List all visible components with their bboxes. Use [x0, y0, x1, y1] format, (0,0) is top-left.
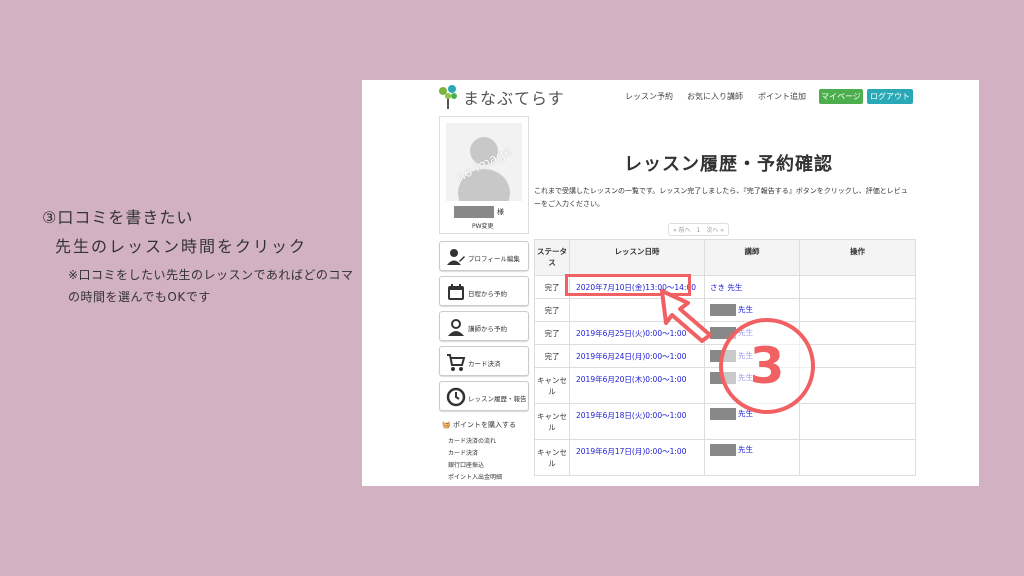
step-number: 3: [749, 337, 785, 395]
nav-favorite-teachers[interactable]: お気に入り講師: [687, 91, 743, 102]
profile-edit-button[interactable]: プロフィール編集: [439, 241, 529, 271]
lesson-datetime-link[interactable]: 2019年6月24日(月)0:00～1:00: [569, 344, 705, 368]
status-cell: 完了: [534, 344, 570, 368]
pw-change-link[interactable]: PW変更: [472, 221, 494, 230]
page-description: これまで受講したレッスンの一覧です。レッスン完了しましたら、『完了報告する』ボタ…: [534, 187, 908, 208]
lesson-history-label: レッスン履歴・報告: [468, 395, 527, 403]
buy-points-section: 🧺 ポイントを購入する: [442, 420, 516, 430]
profile-card: no image 様 PW変更: [439, 116, 529, 234]
lesson-datetime-link[interactable]: 2019年6月18日(火)0:00～1:00: [569, 403, 705, 440]
logout-button[interactable]: ログアウト: [867, 89, 913, 104]
card-payment-button[interactable]: カード決済: [439, 346, 529, 376]
teacher-header: 講師: [704, 239, 800, 276]
lesson-datetime-link[interactable]: 2019年6月17日(月)0:00～1:00: [569, 439, 705, 476]
page-title: レッスン履歴・予約確認: [624, 154, 833, 175]
status-cell: キャンセル: [534, 367, 570, 404]
cart-icon: [447, 354, 466, 371]
teacher-cell[interactable]: 先生: [704, 439, 800, 476]
table-row: キャンセル 2019年6月17日(月)0:00～1:00 先生: [534, 439, 916, 476]
pagination[interactable]: « 前へ 1 次へ »: [668, 223, 729, 236]
teacher-name[interactable]: 先生: [738, 445, 753, 454]
site-header: まなぶてらす レッスン予約 お気に入り講師 ポイント追加 マイページ ログアウト: [362, 80, 979, 114]
teacher-redacted: [710, 444, 736, 456]
datetime-header: レッスン日時: [569, 239, 705, 276]
mypage-button[interactable]: マイページ: [819, 89, 863, 104]
schedule-reserve-button[interactable]: 日程から予約: [439, 276, 529, 306]
pointer-arrow-icon: [660, 289, 712, 343]
teacher-reserve-label: 講師から予約: [468, 325, 507, 333]
status-cell: キャンセル: [534, 439, 570, 476]
card-payment-link[interactable]: カード決済: [448, 448, 478, 457]
status-cell: 完了: [534, 321, 570, 345]
action-cell: [799, 344, 916, 368]
action-cell: [799, 439, 916, 476]
schedule-reserve-label: 日程から予約: [468, 290, 507, 298]
step-annotation: ③口コミを書きたい: [42, 208, 194, 227]
profile-edit-icon: [447, 249, 465, 265]
bank-transfer-link[interactable]: 銀行口座振込: [448, 460, 484, 469]
profile-edit-label: プロフィール編集: [468, 255, 520, 263]
site-logo[interactable]: まなぶてらす: [437, 84, 565, 110]
step-number-badge: 3: [719, 318, 815, 414]
teacher-reserve-button[interactable]: 講師から予約: [439, 311, 529, 341]
card-payment-label: カード決済: [468, 360, 501, 368]
name-redacted: [454, 206, 494, 218]
card-flow-link[interactable]: カード決済の流れ: [448, 436, 496, 445]
action-cell: [799, 403, 916, 440]
status-cell: 完了: [534, 298, 570, 322]
status-header: ステータス: [534, 239, 570, 276]
status-cell: キャンセル: [534, 403, 570, 440]
lesson-datetime-link[interactable]: 2019年6月20日(木)0:00～1:00: [569, 367, 705, 404]
point-history-link[interactable]: ポイント入出金明細: [448, 472, 502, 481]
action-cell: [799, 275, 916, 299]
basket-icon: 🧺: [442, 421, 451, 429]
lesson-history-button[interactable]: レッスン履歴・報告: [439, 381, 529, 411]
logo-text: まなぶてらす: [463, 89, 565, 108]
action-header: 操作: [799, 239, 916, 276]
action-cell: [799, 298, 916, 322]
instruction-annotation: 先生のレッスン時間をクリック: [55, 237, 308, 256]
action-cell: [799, 367, 916, 404]
nav-lesson-reserve[interactable]: レッスン予約: [625, 91, 673, 102]
avatar: no image: [446, 123, 522, 201]
teacher-icon: [448, 319, 464, 336]
tree-logo-icon: [439, 85, 457, 109]
teacher-name[interactable]: 先生: [738, 305, 753, 314]
calendar-icon: [448, 284, 464, 300]
nav-add-points[interactable]: ポイント追加: [758, 91, 806, 102]
action-cell: [799, 321, 916, 345]
buy-points-title: ポイントを購入する: [452, 421, 516, 429]
name-suffix: 様: [497, 208, 504, 216]
clock-icon: [446, 387, 466, 407]
note-annotation: ※口コミをしたい先生のレッスンであればどのコマの時間を選んでもOKです: [68, 268, 354, 304]
